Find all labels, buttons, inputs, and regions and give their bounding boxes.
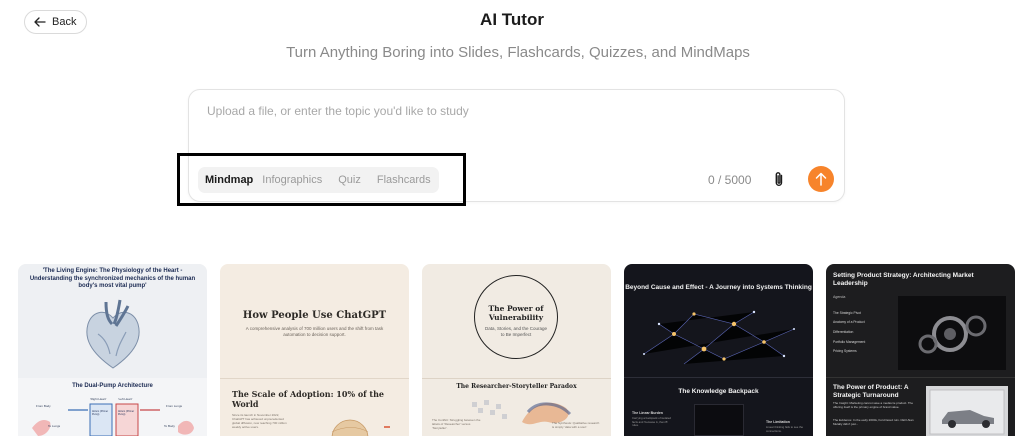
- card-title: The Power of Vulnerability: [488, 304, 544, 322]
- note-linear-burden: Carrying a backpack of isolated facts an…: [632, 416, 672, 428]
- label-right-heart: 'Right Heart': [90, 397, 107, 401]
- label-linear-burden: The Linear Burden: [632, 411, 663, 415]
- ai-tutor-page: Back AI Tutor Turn Anything Boring into …: [0, 0, 1024, 436]
- page-title: AI Tutor: [480, 10, 544, 29]
- card-bullet: The Evidence: In the early 2000s, Ford f…: [833, 418, 914, 426]
- card-title: Setting Product Strategy: Architecting M…: [833, 272, 974, 288]
- agenda-item: Portfolio Management: [833, 340, 866, 344]
- agenda-item: The Strategic Pivot: [833, 311, 861, 315]
- agenda-title: Agenda: [833, 295, 846, 299]
- network-illustration: [643, 310, 795, 365]
- card-section-title: The Knowledge Backpack: [678, 388, 759, 395]
- card-divider: [220, 378, 409, 379]
- gear-icon: [918, 315, 987, 354]
- label-to-lungs: To Lungs: [48, 424, 61, 428]
- mode-highlight-box: [177, 153, 466, 206]
- example-card-chatgpt[interactable]: How People Use ChatGPT A comprehensive a…: [220, 264, 409, 436]
- car-illustration: [926, 386, 1008, 436]
- card-section-title: The Researcher-Storyteller Paradox: [456, 383, 577, 390]
- card-section-title: The Dual-Pump Architecture: [72, 383, 153, 389]
- heart-illustration: [86, 299, 140, 369]
- card-note-left: The Conflict: Struggling between the lab…: [432, 418, 481, 430]
- label-right-atrium: Atrium (Primer Pump): [92, 410, 109, 416]
- agenda-item: Pricing Systems: [833, 349, 857, 353]
- label-left-heart: 'Left Heart': [118, 397, 133, 401]
- label-to-body: To Body: [164, 424, 175, 428]
- label-from-lungs: From Lungs: [166, 404, 183, 408]
- gears-illustration: [898, 296, 1006, 370]
- agenda-item: Anatomy of a Product: [833, 320, 865, 324]
- label-left-atrium: Atrium (Primer Pump): [118, 410, 135, 416]
- backpack-cube: [694, 404, 744, 436]
- send-button[interactable]: [808, 166, 834, 192]
- card-note: Since its launch in November 2022, ChatG…: [232, 413, 287, 429]
- card-divider: [422, 378, 611, 379]
- topic-input[interactable]: [207, 104, 807, 118]
- example-card-systems-thinking[interactable]: Beyond Cause and Effect - A Journey into…: [624, 264, 813, 436]
- agenda-item: Differentiation: [833, 330, 854, 334]
- card-title: Beyond Cause and Effect - A Journey into…: [625, 284, 812, 291]
- char-counter: 0 / 5000: [708, 173, 752, 187]
- card-note-right: The Synthesis: Qualitative research is s…: [552, 421, 600, 429]
- example-card-vulnerability[interactable]: The Power of Vulnerability Data, Stories…: [422, 264, 611, 436]
- example-card-product-strategy[interactable]: Setting Product Strategy: Architecting M…: [826, 264, 1015, 436]
- example-card-heart[interactable]: 'The Living Engine: The Physiology of th…: [18, 264, 207, 436]
- note-limitation: Linear thinking fails to see the connect…: [766, 425, 804, 433]
- card-divider: [624, 377, 813, 378]
- card-subtitle: Data, Stories, and the Courage to Be Imp…: [484, 326, 548, 337]
- card-section-title: The Scale of Adoption: 10% of the World: [232, 389, 384, 409]
- card-title: How People Use ChatGPT: [242, 310, 387, 321]
- card-divider: [826, 377, 1015, 378]
- arrow-up-icon: [815, 172, 827, 186]
- label-limitation: The Limitation: [766, 420, 790, 424]
- card-subtitle: A comprehensive analysis of 700 million …: [245, 326, 384, 338]
- label-from-body: From Body: [36, 404, 51, 408]
- car-icon: [929, 389, 1005, 435]
- globe-illustration: [331, 419, 390, 436]
- dual-pump-diagram: [32, 403, 194, 436]
- card-title: 'The Living Engine: The Physiology of th…: [29, 268, 196, 289]
- card-section-title: The Power of Product: A Strategic Turnar…: [833, 384, 909, 400]
- paperclip-icon[interactable]: [773, 171, 785, 188]
- page-subtitle: Turn Anything Boring into Slides, Flashc…: [286, 44, 750, 61]
- card-bullet: The Insight: Marketing cannot save a med…: [833, 401, 913, 409]
